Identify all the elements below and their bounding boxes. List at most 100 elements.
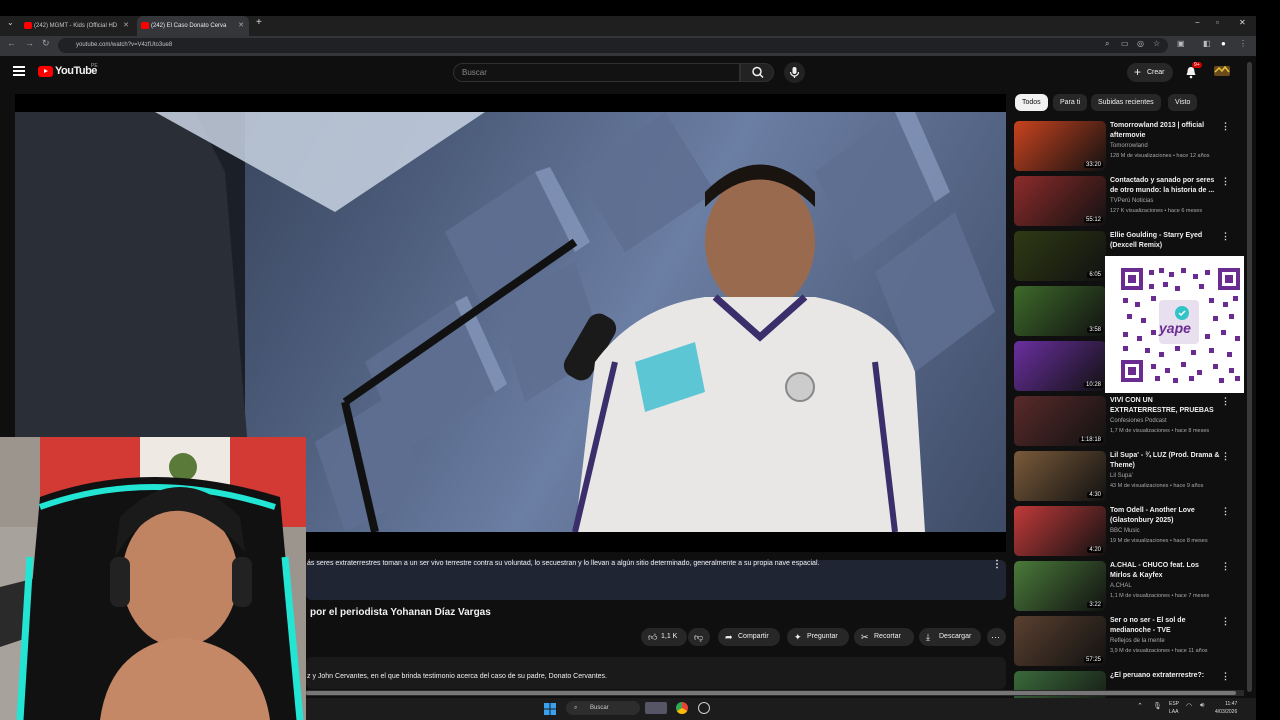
tray-chevron-icon[interactable]: ⌃ (1137, 702, 1143, 710)
channel-name[interactable]: Reflejos de la mente (1110, 638, 1165, 644)
recommendation-item[interactable]: 1:18:18 VIVÍ CON UN EXTRATERRESTRE, PRUEB… (1014, 396, 1236, 446)
recommendation-item[interactable]: 3:22 A.CHAL - CHUCO feat. Los Mirlos & Ka… (1014, 561, 1236, 611)
volume-icon[interactable]: 🔊︎ (1200, 702, 1204, 710)
video-thumbnail[interactable]: 3:22 (1014, 561, 1106, 611)
recommendation-item[interactable]: 55:12 Contactado y sanado por seres de ot… (1014, 176, 1236, 226)
more-options-icon[interactable]: ⋮ (1221, 616, 1230, 627)
video-thumbnail[interactable]: 55:12 (1014, 176, 1106, 226)
recommendation-item[interactable]: 33:20 Tomorrowland 2013 | official afterm… (1014, 121, 1236, 171)
bookmark-star-icon[interactable]: ☆ (1153, 39, 1160, 48)
chrome-icon[interactable] (676, 702, 688, 714)
chip-for-you[interactable]: Para ti (1053, 94, 1088, 111)
close-tab-icon[interactable]: ✕ (123, 16, 129, 36)
extensions-icon[interactable]: ▣ (1177, 39, 1185, 48)
dislike-button[interactable]: 👎︎ (688, 628, 710, 646)
channel-name[interactable]: BBC Music (1110, 528, 1140, 534)
tab-search-icon[interactable]: ⌄ (7, 18, 14, 27)
eye-off-icon[interactable]: ◎ (1137, 39, 1144, 48)
download-button[interactable]: ⤓ Descargar (919, 628, 981, 646)
search-input[interactable]: Buscar (453, 63, 740, 82)
channel-name[interactable]: TVPerú Noticias (1110, 198, 1153, 204)
channel-name[interactable]: Tomorrowland (1110, 143, 1148, 149)
more-options-icon[interactable]: ⋮ (1221, 561, 1230, 572)
video-title[interactable]: A.CHAL - CHUCO feat. Los Mirlos & Kayfex (1110, 561, 1220, 581)
video-title[interactable]: Ser o no ser - El sol de medianoche - TV… (1110, 616, 1220, 636)
more-options-icon[interactable]: ⋮ (1221, 231, 1230, 242)
hamburger-menu-icon[interactable] (13, 66, 25, 76)
close-window-button[interactable]: ✕ (1239, 18, 1246, 27)
video-thumbnail[interactable]: 33:20 (1014, 121, 1106, 171)
new-tab-button[interactable]: + (256, 17, 262, 28)
url-field[interactable]: youtube.com/watch?v=V4zfUto3ue8 (58, 38, 1168, 53)
page-scrollbar[interactable] (1244, 56, 1256, 700)
notifications-button[interactable] (1185, 66, 1197, 84)
language-indicator[interactable]: ESP LAA (1169, 700, 1179, 716)
mic-tray-icon[interactable]: 🎙︎ (1153, 702, 1162, 710)
search-button[interactable] (740, 63, 774, 82)
more-actions-button[interactable]: ⋯ (987, 628, 1006, 646)
forward-icon[interactable]: → (25, 38, 34, 48)
close-tab-icon[interactable]: ✕ (238, 16, 244, 36)
more-options-icon[interactable]: ⋮ (1221, 396, 1230, 407)
widgets-icon[interactable] (645, 702, 667, 714)
recommendation-item[interactable]: 4:30 Lil Supa' - ¾ LUZ (Prod. Drama & The… (1014, 451, 1236, 501)
taskbar-clock[interactable]: 11:47 4/03/2026 (1215, 700, 1237, 716)
description-detail[interactable]: z y John Cervantes, en el que brinda tes… (306, 657, 1006, 689)
cast-icon[interactable]: ▭ (1121, 39, 1129, 48)
more-options-icon[interactable]: ⋮ (1221, 121, 1230, 132)
video-title[interactable]: Tomorrowland 2013 | official aftermovie (1110, 121, 1220, 141)
hscroll-thumb[interactable] (306, 691, 1236, 695)
channel-name[interactable]: Confesiones Podcast (1110, 418, 1167, 424)
windows-start-icon[interactable] (544, 702, 556, 715)
video-title[interactable]: Ellie Goulding - Starry Eyed (Dexcell Re… (1110, 231, 1220, 251)
maximize-button[interactable]: ▫ (1216, 18, 1219, 27)
more-options-icon[interactable]: ⋮ (1221, 671, 1230, 682)
more-options-icon[interactable]: ⋮ (1221, 451, 1230, 462)
minimize-button[interactable]: − (1195, 18, 1200, 27)
ask-button[interactable]: ✦ Preguntar (787, 628, 849, 646)
share-button[interactable]: ➦ Compartir (718, 628, 780, 646)
video-thumbnail[interactable]: 57:25 (1014, 616, 1106, 666)
recommendation-item[interactable]: 57:25 Ser o no ser - El sol de medianoche… (1014, 616, 1236, 666)
back-icon[interactable]: ← (7, 38, 16, 48)
video-thumbnail[interactable]: 4:30 (1014, 451, 1106, 501)
chip-all[interactable]: Todos (1015, 94, 1048, 111)
wifi-icon[interactable]: ◠ (1186, 702, 1192, 710)
browser-menu-icon[interactable]: ⋮ (1239, 39, 1247, 48)
description-box[interactable]: ás seres extraterrestres toman a un ser … (306, 559, 1006, 600)
video-thumbnail[interactable]: 6:05 (1014, 231, 1106, 281)
recommendation-item[interactable]: 4:20 Tom Odell - Another Love (Glastonbur… (1014, 506, 1236, 556)
video-thumbnail[interactable]: 4:20 (1014, 506, 1106, 556)
chip-watched[interactable]: Visto (1168, 94, 1198, 111)
reload-icon[interactable]: ↻ (42, 38, 50, 49)
video-thumbnail[interactable]: 3:58 (1014, 286, 1106, 336)
more-options-icon[interactable]: ⋮ (992, 540, 1002, 590)
video-title[interactable]: ¿El peruano extraterrestre?: (1110, 671, 1220, 681)
video-thumbnail[interactable]: 1:18:18 (1014, 396, 1106, 446)
youtube-logo-icon[interactable] (38, 66, 53, 77)
zoom-icon[interactable]: ⌕ (1105, 39, 1109, 49)
like-button[interactable]: 👍︎ 1,1 K (641, 628, 687, 646)
extension-icon[interactable]: ◧ (1203, 39, 1211, 48)
create-button[interactable]: + Crear (1127, 63, 1173, 82)
more-options-icon[interactable]: ⋮ (1221, 506, 1230, 517)
video-title[interactable]: Tom Odell - Another Love (Glastonbury 20… (1110, 506, 1220, 526)
browser-tab-1[interactable]: (242) MGMT - Kids (Official HD ✕ (20, 16, 134, 36)
horizontal-scrollbar[interactable] (306, 690, 1244, 696)
video-title[interactable]: Contactado y sanado por seres de otro mu… (1110, 176, 1220, 196)
scrollbar-thumb[interactable] (1247, 62, 1252, 692)
profile-icon[interactable]: ● (1221, 39, 1226, 48)
video-title[interactable]: Lil Supa' - ¾ LUZ (Prod. Drama & Theme) (1110, 451, 1220, 471)
chip-recent[interactable]: Subidas recientes (1091, 94, 1161, 111)
clip-button[interactable]: ✂ Recortar (854, 628, 914, 646)
channel-name[interactable]: A.CHAL (1110, 583, 1132, 589)
browser-tab-2[interactable]: (242) El Caso Donato Cerva ✕ (137, 16, 249, 36)
more-options-icon[interactable]: ⋮ (1221, 176, 1230, 187)
voice-search-button[interactable] (784, 62, 805, 83)
video-title[interactable]: VIVÍ CON UN EXTRATERRESTRE, PRUEBAS ... (1110, 396, 1220, 417)
taskbar-search[interactable]: ⌕ Buscar (566, 701, 640, 715)
video-thumbnail[interactable]: 10:28 (1014, 341, 1106, 391)
steam-icon[interactable] (698, 702, 710, 714)
channel-name[interactable]: Lil Supa' (1110, 473, 1133, 479)
avatar[interactable] (1212, 64, 1232, 78)
